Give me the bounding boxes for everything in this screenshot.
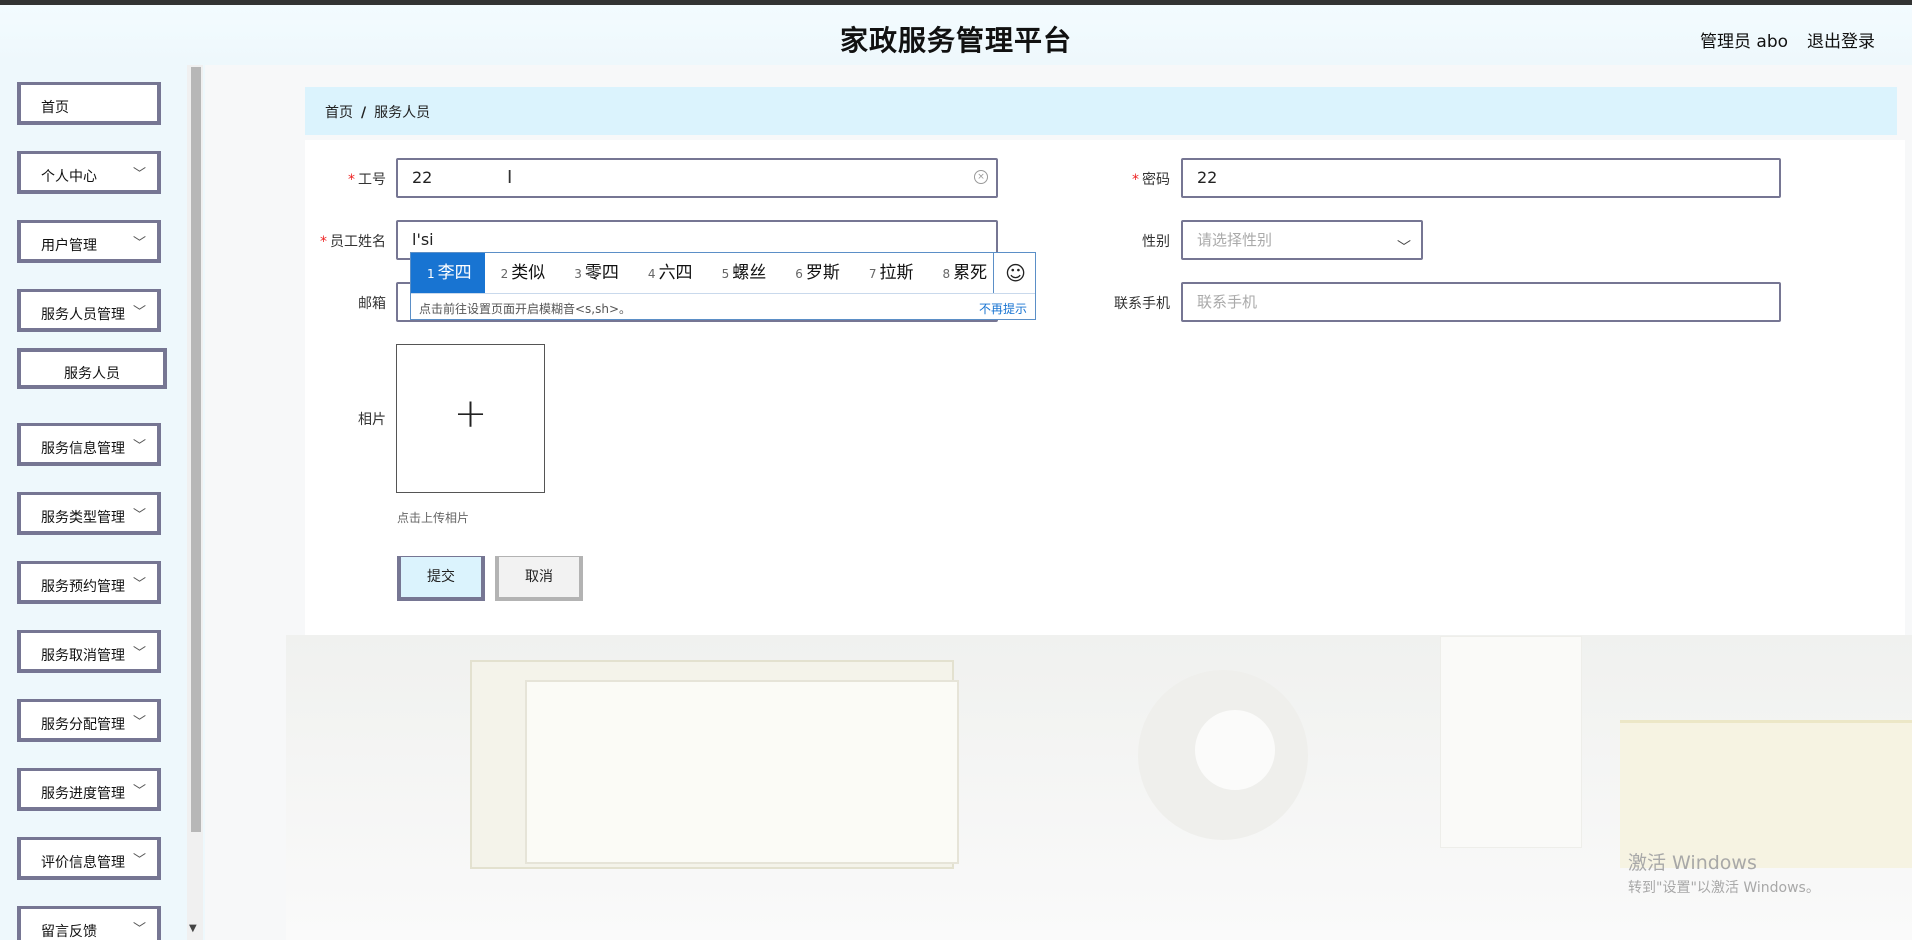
sidebar-item-personal-center[interactable]: 个人中心 ﹀ [17,151,161,194]
employee-id-label: * 工号 [348,172,386,188]
chevron-down-icon: ﹀ [132,167,146,182]
password-input[interactable]: 22 [1181,158,1781,198]
sidebar-item-service-info[interactable]: 服务信息管理 ﹀ [17,423,161,466]
sidebar: 首页 个人中心 ﹀ 用户管理 ﹀ 服务人员管理 ﹀ 服务人员 服务信息管理 ﹀ … [0,65,205,940]
ime-candidate[interactable]: 8 累死 [926,253,993,293]
sidebar-item-label: 服务分配管理 [41,717,125,733]
employee-id-input[interactable]: 22 × [396,158,998,198]
sidebar-item-label: 服务进度管理 [41,786,125,802]
sidebar-item-staff-management[interactable]: 服务人员管理 ﹀ [17,289,161,332]
chevron-down-icon: ﹀ [132,439,146,454]
sidebar-item-label: 留言反馈 [41,924,97,940]
sidebar-subitem-staff[interactable]: 服务人员 [17,348,167,389]
sidebar-item-service-assign[interactable]: 服务分配管理 ﹀ [17,699,161,742]
sidebar-item-label: 服务预约管理 [41,579,125,595]
ime-hint[interactable]: 点击前往设置页面开启模糊音<s,sh>。 [419,300,631,317]
watermark-line1: 激活 Windows [1628,852,1757,874]
background-decoration [525,680,959,864]
breadcrumb: 首页 / 服务人员 [325,102,430,122]
sidebar-item-label: 用户管理 [41,238,97,254]
breadcrumb-home[interactable]: 首页 [325,105,353,121]
watermark-line2: 转到"设置"以激活 Windows。 [1628,880,1820,896]
sidebar-item-service-booking[interactable]: 服务预约管理 ﹀ [17,561,161,604]
chevron-down-icon: ﹀ [132,236,146,251]
admin-label: 管理员 abo [1700,32,1789,52]
sidebar-item-label: 首页 [41,100,69,116]
breadcrumb-current: 服务人员 [374,105,431,121]
chevron-down-icon: ﹀ [132,508,146,523]
ime-candidate-popup: 1 李四 2 类似 3 零四 4 六四 5 螺丝 6 罗斯 7 拉斯 8 累死 ☺ 点击前往设置页面开启模糊音… [410,252,1036,320]
clear-icon[interactable]: × [974,170,988,184]
sidebar-item-label: 服务人员管理 [41,307,125,323]
chevron-down-icon: ﹀ [132,305,146,320]
submit-button[interactable]: 提交 [397,556,485,601]
chevron-down-icon: ﹀ [132,784,146,799]
background-decoration [1440,636,1582,848]
scroll-down-arrow-icon[interactable]: ▼ [189,923,197,934]
text-cursor-icon: I [507,167,513,188]
breadcrumb-bar: 首页 / 服务人员 [305,87,1897,135]
windows-activation-watermark: 激活 Windows 转到"设置"以激活 Windows。 [1628,848,1820,897]
sidebar-item-label: 服务信息管理 [41,441,125,457]
sidebar-item-user-management[interactable]: 用户管理 ﹀ [17,220,161,263]
ime-candidate[interactable]: 4 六四 [632,253,706,293]
gender-select[interactable]: 请选择性别 ﹀ [1181,220,1423,260]
sidebar-item-service-type[interactable]: 服务类型管理 ﹀ [17,492,161,535]
phone-input[interactable]: 联系手机 [1181,282,1781,322]
sidebar-subitem-label: 服务人员 [64,366,120,382]
background-decoration [1620,720,1912,868]
sidebar-scrollbar-thumb[interactable] [191,67,201,832]
sidebar-item-label: 服务类型管理 [41,510,125,526]
ime-candidate[interactable]: 3 零四 [558,253,632,293]
chevron-down-icon: ﹀ [132,715,146,730]
sidebar-item-label: 评价信息管理 [41,855,125,871]
chevron-down-icon: ﹀ [132,922,146,937]
ime-candidate[interactable]: 5 螺丝 [706,253,780,293]
chevron-down-icon: ﹀ [1397,240,1411,256]
employee-name-label: * 员工姓名 [320,234,386,250]
page-title: 家政服务管理平台 [839,24,1072,57]
photo-upload-tip: 点击上传相片 [397,511,470,525]
sidebar-item-service-cancel[interactable]: 服务取消管理 ﹀ [17,630,161,673]
breadcrumb-separator: / [361,105,367,121]
sidebar-item-home[interactable]: 首页 [17,82,161,125]
ime-candidate[interactable]: 2 类似 [485,253,559,293]
email-label: 邮箱 [358,296,386,312]
background-decoration [1195,710,1275,790]
ime-candidate[interactable]: 1 李四 [411,253,485,293]
chevron-down-icon: ﹀ [132,577,146,592]
logout-link[interactable]: 退出登录 [1807,27,1875,52]
cancel-button[interactable]: 取消 [495,556,583,601]
chevron-down-icon: ﹀ [132,853,146,868]
sidebar-item-feedback[interactable]: 留言反馈 ﹀ [17,906,161,940]
app-header: 家政服务管理平台 管理员 abo 退出登录 [0,5,1912,65]
emoji-icon[interactable]: ☺ [993,253,1037,293]
sidebar-item-reviews[interactable]: 评价信息管理 ﹀ [17,837,161,880]
sidebar-item-label: 服务取消管理 [41,648,125,664]
ime-candidate[interactable]: 6 罗斯 [779,253,853,293]
ime-candidate[interactable]: 7 拉斯 [853,253,927,293]
password-label: * 密码 [1132,172,1170,188]
plus-icon: + [453,391,488,437]
chevron-down-icon: ﹀ [132,646,146,661]
ime-divider [411,293,1035,294]
ime-candidate-list: 1 李四 2 类似 3 零四 4 六四 5 螺丝 6 罗斯 7 拉斯 8 累死 [411,253,993,293]
sidebar-item-service-progress[interactable]: 服务进度管理 ﹀ [17,768,161,811]
phone-label: 联系手机 [1114,296,1170,312]
ime-dismiss-link[interactable]: 不再提示 [979,300,1027,317]
gender-label: 性别 [1142,234,1170,250]
photo-label: 相片 [358,412,386,428]
photo-upload-box[interactable]: + [396,344,545,493]
sidebar-item-label: 个人中心 [41,169,97,185]
